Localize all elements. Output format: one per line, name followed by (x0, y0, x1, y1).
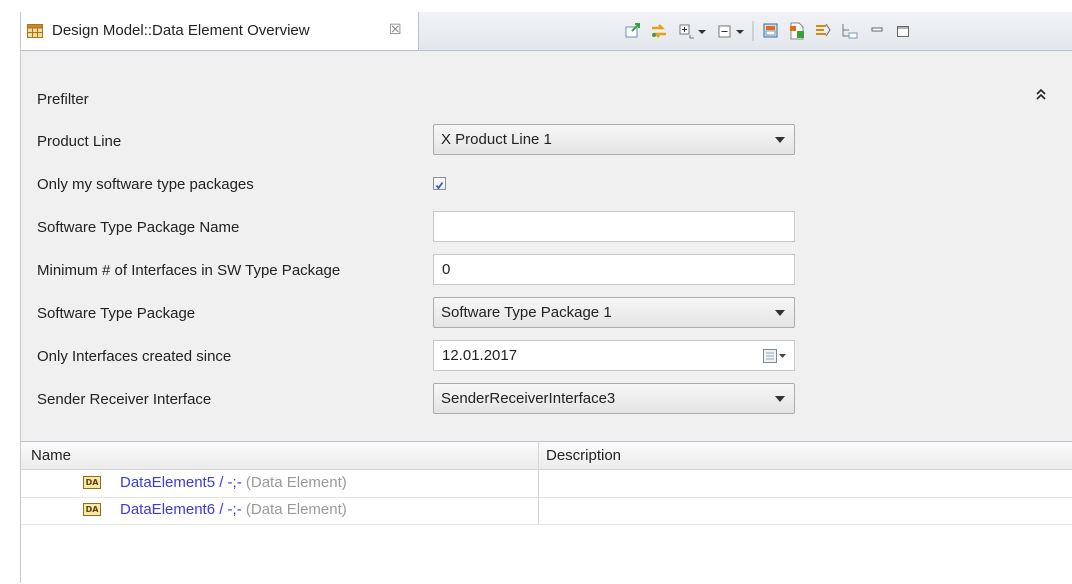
table-row[interactable]: DA DataElement5 / -;- (Data Element) (21, 470, 1072, 498)
prefilter-title: Prefilter (37, 91, 89, 108)
prefilter-section: Prefilter Product Line X Product Line 1 … (21, 51, 1072, 441)
open-editor-icon[interactable] (761, 21, 781, 41)
filter-icon[interactable] (813, 21, 833, 41)
min-interfaces-label: Minimum # of Interfaces in SW Type Packa… (37, 262, 341, 279)
tab-close-icon[interactable]: ☒ (389, 21, 402, 38)
product-line-value: X Product Line 1 (441, 131, 552, 148)
sync-icon[interactable] (649, 21, 669, 41)
column-header-description[interactable]: Description (546, 447, 621, 464)
chevron-down-icon[interactable] (697, 21, 707, 41)
view-tab-title: Design Model::Data Element Overview (52, 22, 310, 39)
table-icon (27, 24, 43, 38)
maximize-icon[interactable] (893, 21, 913, 41)
package-name-field[interactable] (433, 211, 795, 242)
data-element-link[interactable]: DataElement5 / -;- (120, 474, 242, 491)
table-header: Name Description (21, 442, 1072, 470)
min-interfaces-value: 0 (442, 261, 451, 278)
interfaces-since-value: 12.01.2017 (442, 347, 518, 364)
sender-receiver-label: Sender Receiver Interface (37, 391, 212, 408)
software-type-package-label: Software Type Package (37, 305, 196, 322)
sender-receiver-value: SenderReceiverInterface3 (441, 390, 616, 407)
interfaces-since-date-field[interactable]: 12.01.2017 (433, 340, 795, 371)
product-line-select[interactable]: X Product Line 1 (433, 124, 795, 155)
checkmark-icon (435, 181, 444, 190)
min-interfaces-field[interactable]: 0 (433, 254, 795, 285)
only-my-packages-label: Only my software type packages (37, 176, 254, 193)
export-icon[interactable] (623, 21, 643, 41)
view-tab-bar: Design Model::Data Element Overview ☒ (21, 12, 1072, 51)
sender-receiver-select[interactable]: SenderReceiverInterface3 (433, 383, 795, 414)
hierarchy-icon[interactable] (839, 21, 859, 41)
data-element-icon: DA (83, 476, 101, 489)
chevron-down-icon[interactable] (735, 21, 745, 41)
chevron-down-icon (775, 137, 785, 143)
interfaces-since-label: Only Interfaces created since (37, 348, 232, 365)
software-type-package-value: Software Type Package 1 (441, 304, 612, 321)
data-element-type: (Data Element) (245, 501, 347, 518)
collapse-section-icon[interactable] (1035, 87, 1047, 105)
data-element-overview-view: Design Model::Data Element Overview ☒ Pr… (20, 12, 1072, 584)
chevron-down-icon (775, 310, 785, 316)
chevron-down-icon (775, 396, 785, 402)
row-name-cell: DataElement6 / -;- (Data Element) (120, 501, 347, 518)
minimize-icon[interactable] (867, 21, 887, 41)
column-header-name[interactable]: Name (31, 447, 71, 464)
data-element-table: Name Description DA DataElement5 / -;- (… (21, 441, 1072, 584)
data-element-type: (Data Element) (245, 474, 347, 491)
software-type-package-select[interactable]: Software Type Package 1 (433, 297, 795, 328)
data-element-link[interactable]: DataElement6 / -;- (120, 501, 242, 518)
row-name-cell: DataElement5 / -;- (Data Element) (120, 474, 347, 491)
view-tab[interactable]: Design Model::Data Element Overview ☒ (21, 12, 419, 50)
expand-all-icon[interactable] (677, 21, 697, 41)
toolbar-separator (752, 21, 754, 41)
product-line-label: Product Line (37, 133, 122, 150)
calendar-icon[interactable] (762, 348, 788, 368)
data-element-icon: DA (83, 503, 101, 516)
collapse-all-icon[interactable] (715, 21, 735, 41)
only-my-packages-checkbox[interactable] (433, 177, 446, 190)
new-document-icon[interactable] (787, 21, 807, 41)
package-name-label: Software Type Package Name (37, 219, 240, 236)
table-row[interactable]: DA DataElement6 / -;- (Data Element) (21, 497, 1072, 525)
